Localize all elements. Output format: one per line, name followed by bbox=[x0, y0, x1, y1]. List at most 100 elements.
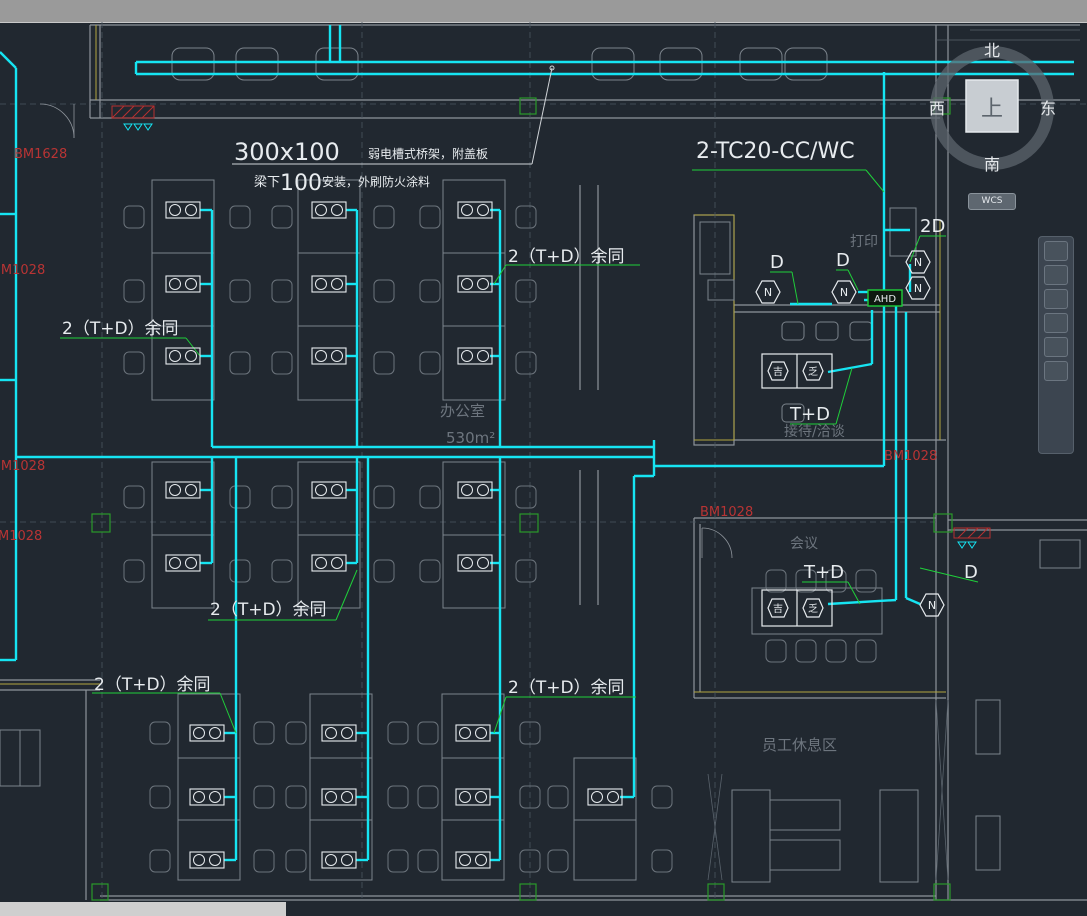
cable-runs bbox=[0, 25, 1074, 862]
cable-spec-label: 2-TC20-CC/WC bbox=[696, 139, 855, 164]
chair bbox=[547, 849, 569, 873]
door-label: BM1028 bbox=[884, 449, 937, 464]
outlet-port-icon bbox=[209, 854, 221, 866]
outlet-port-icon bbox=[461, 204, 473, 216]
d2-label: 2D bbox=[920, 216, 945, 237]
drawing-canvas[interactable]: N N N N N AHD 吉 乏 吉 乏 300x100 弱电槽式桥架，附盖板… bbox=[0, 22, 1087, 902]
outlet-port-icon bbox=[477, 350, 489, 362]
outlet-port-icon bbox=[459, 791, 471, 803]
door-label: M1028 bbox=[0, 529, 42, 544]
td-label: T+D bbox=[803, 562, 844, 583]
t-symbol: 吉 bbox=[773, 366, 783, 378]
chair bbox=[387, 785, 409, 809]
double-data-outlet bbox=[165, 481, 201, 499]
wcs-menu-button[interactable]: WCS bbox=[968, 193, 1016, 210]
chair bbox=[253, 721, 275, 745]
door-label: BM1028 bbox=[0, 263, 45, 278]
td-spare-label: 2（T+D）余同 bbox=[62, 319, 179, 339]
chair bbox=[253, 849, 275, 873]
chair bbox=[515, 485, 537, 509]
chair bbox=[387, 849, 409, 873]
chair bbox=[419, 279, 441, 303]
tray-mount-num: 100 bbox=[280, 171, 322, 196]
outlet-port-icon bbox=[315, 350, 327, 362]
chair bbox=[825, 639, 847, 663]
outlet-port-icon bbox=[185, 557, 197, 569]
print-label: 打印 bbox=[850, 233, 878, 250]
outlet-port-icon bbox=[185, 278, 197, 290]
chair bbox=[373, 279, 395, 303]
chair bbox=[149, 785, 171, 809]
double-data-outlet bbox=[311, 201, 347, 219]
title-bar bbox=[0, 0, 1087, 23]
ahd-label: AHD bbox=[874, 294, 896, 305]
chair bbox=[855, 639, 877, 663]
steering-wheel-icon[interactable] bbox=[1044, 241, 1068, 261]
showmotion-icon[interactable] bbox=[1044, 337, 1068, 357]
chair bbox=[285, 785, 307, 809]
outlet-port-icon bbox=[331, 557, 343, 569]
viewcube[interactable]: 上 北 南 东 西 bbox=[926, 34, 1060, 204]
chair bbox=[229, 205, 251, 229]
chair bbox=[419, 205, 441, 229]
double-data-outlet bbox=[189, 724, 225, 742]
navbar-settings-icon[interactable] bbox=[1044, 361, 1068, 381]
double-data-outlet bbox=[321, 851, 357, 869]
outlet-port-icon bbox=[315, 557, 327, 569]
outlet-port-icon bbox=[459, 854, 471, 866]
double-data-outlet bbox=[457, 275, 493, 293]
outlet-port-icon bbox=[341, 854, 353, 866]
outlet-port-icon bbox=[477, 204, 489, 216]
outlet-port-icon bbox=[169, 484, 181, 496]
orbit-icon[interactable] bbox=[1044, 313, 1068, 333]
double-data-outlet bbox=[311, 554, 347, 572]
double-data-outlet bbox=[457, 347, 493, 365]
compass-east: 东 bbox=[1040, 99, 1056, 118]
n-symbol: N bbox=[928, 599, 936, 612]
outlet-port-icon bbox=[209, 727, 221, 739]
door-label: BM1028 bbox=[700, 505, 753, 520]
double-data-outlet bbox=[165, 275, 201, 293]
double-data-outlet bbox=[455, 851, 491, 869]
tray-size-label: 300x100 bbox=[234, 138, 340, 166]
chair bbox=[285, 721, 307, 745]
tray-mount-prefix: 梁下 bbox=[254, 175, 280, 190]
chair bbox=[123, 351, 145, 375]
chair bbox=[765, 569, 787, 593]
zoom-icon[interactable] bbox=[1044, 289, 1068, 309]
door-label: BM1628 bbox=[14, 147, 67, 162]
outlet-port-icon bbox=[193, 854, 205, 866]
td-boxes bbox=[761, 353, 833, 627]
chair bbox=[417, 849, 439, 873]
outlet-port-icon bbox=[475, 727, 487, 739]
outlet-port-icon bbox=[325, 854, 337, 866]
outlet-port-icon bbox=[461, 557, 473, 569]
outlet-port-icon bbox=[591, 791, 603, 803]
navigation-bar[interactable] bbox=[1038, 236, 1074, 454]
compass-west: 西 bbox=[929, 99, 945, 118]
double-data-outlet bbox=[189, 788, 225, 806]
double-data-outlet bbox=[165, 347, 201, 365]
outlet-port-icon bbox=[475, 854, 487, 866]
outlet-port-icon bbox=[169, 350, 181, 362]
double-data-outlet bbox=[457, 554, 493, 572]
chair bbox=[417, 721, 439, 745]
chair bbox=[419, 351, 441, 375]
td-spare-label: 2（T+D）余同 bbox=[94, 675, 211, 695]
chair bbox=[855, 569, 877, 593]
outlet-port-icon bbox=[315, 484, 327, 496]
chair bbox=[123, 559, 145, 583]
outlet-port-icon bbox=[461, 484, 473, 496]
tray-mount-desc: 安装，外刷防火涂料 bbox=[322, 174, 430, 189]
door-label: BM1028 bbox=[0, 459, 45, 474]
chair bbox=[387, 721, 409, 745]
pan-icon[interactable] bbox=[1044, 265, 1068, 285]
outlet-port-icon bbox=[315, 278, 327, 290]
chair bbox=[417, 785, 439, 809]
chair bbox=[149, 849, 171, 873]
cad-viewport[interactable]: N N N N N AHD 吉 乏 吉 乏 300x100 弱电槽式桥架，附盖板… bbox=[0, 0, 1087, 916]
outlet-port-icon bbox=[477, 484, 489, 496]
outlet-port-icon bbox=[169, 278, 181, 290]
chair bbox=[123, 205, 145, 229]
chair bbox=[651, 785, 673, 809]
